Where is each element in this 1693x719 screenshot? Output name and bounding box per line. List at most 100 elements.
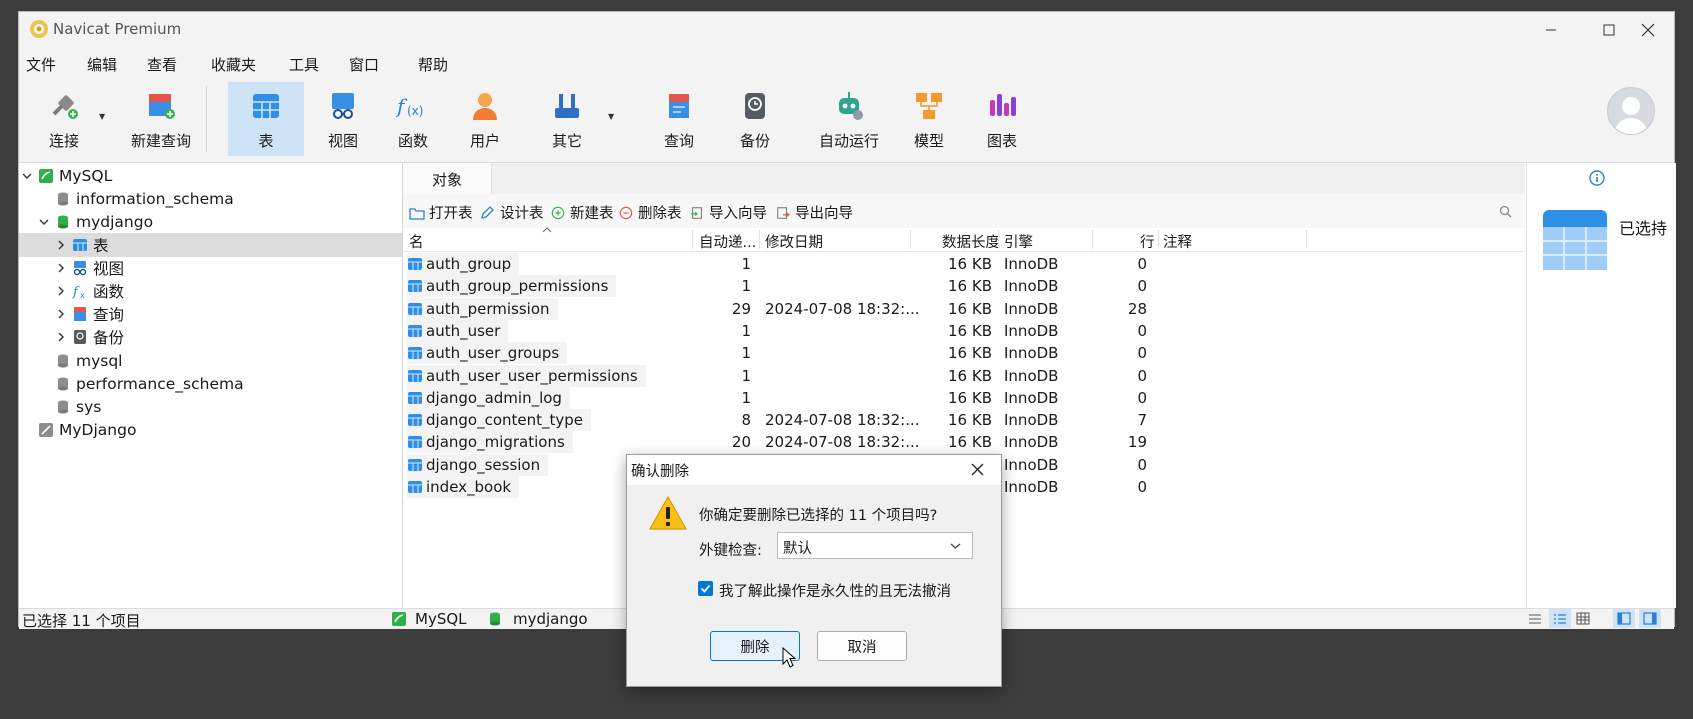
table-row[interactable]: auth_user_groups 1 16 KB InnoDB 0 [403, 341, 1525, 365]
tree-db-mydjango[interactable]: mydjango [19, 210, 402, 234]
table-name-cell[interactable]: django_content_type [407, 409, 592, 432]
menu-view[interactable]: 查看 [147, 54, 177, 75]
list-view-button[interactable] [1549, 609, 1571, 628]
column-header-auto-increment[interactable]: 自动递... [699, 231, 756, 252]
tree-node-queries[interactable]: 查询 [19, 302, 402, 326]
avatar[interactable] [1607, 87, 1655, 135]
other-button[interactable]: 其它 [534, 82, 600, 156]
table-row[interactable]: django_migrations 20 2024-07-08 18:32:... 1… [403, 430, 1525, 454]
table-row[interactable]: auth_permission 29 2024-07-08 18:32:... 16 … [403, 297, 1525, 321]
cell-date: 2024-07-08 18:32:... [765, 299, 920, 318]
permanent-ack-checkbox[interactable] [698, 581, 713, 596]
new-query-icon [149, 94, 175, 119]
cell-engine: InnoDB [1004, 478, 1059, 496]
toggle-right-panel-button[interactable] [1639, 609, 1661, 628]
function-button[interactable]: f (x) 函数 [381, 82, 445, 156]
tree-connection-mydjango[interactable]: MyDjango [19, 418, 402, 442]
toggle-left-panel-button[interactable] [1613, 609, 1635, 628]
tree-label: sys [76, 398, 102, 416]
automation-button[interactable]: 自动运行 [801, 82, 897, 156]
column-header-engine[interactable]: 引擎 [1004, 231, 1033, 252]
design-table-label: 设计表 [500, 206, 544, 222]
permanent-ack-label[interactable]: 我了解此操作是永久性的且无法撤消 [719, 580, 951, 601]
query-button[interactable]: 查询 [649, 82, 709, 156]
tree-db-information-schema[interactable]: information_schema [19, 187, 402, 211]
menu-tools[interactable]: 工具 [289, 54, 319, 75]
view-icon [332, 93, 354, 119]
tab-objects[interactable]: 对象 [403, 163, 492, 195]
user-button[interactable]: 用户 [452, 82, 518, 156]
table-name-cell[interactable]: django_session [407, 453, 549, 476]
tree-node-views[interactable]: 视图 [19, 256, 402, 280]
table-row[interactable]: django_content_type 8 2024-07-08 18:32:...… [403, 408, 1525, 432]
cell-engine: InnoDB [1004, 455, 1059, 474]
table-row[interactable]: auth_group_permissions 1 16 KB InnoDB 0 [403, 274, 1525, 298]
design-table-button[interactable]: 设计表 [480, 202, 544, 223]
table-row[interactable]: auth_user_user_permissions 1 16 KB InnoDB 0 [403, 364, 1525, 388]
tree-db-sys[interactable]: sys [19, 395, 402, 419]
connect-button[interactable]: 连接 [39, 82, 89, 156]
table-name-cell[interactable]: auth_user_user_permissions [407, 364, 646, 387]
tree-node-backups[interactable]: 备份 [19, 325, 402, 349]
table-name-cell[interactable]: auth_group_permissions [407, 275, 617, 298]
new-query-button[interactable]: 新建查询 [117, 82, 205, 156]
table-name-cell[interactable]: auth_user [407, 319, 509, 342]
table-row[interactable]: django_admin_log 1 16 KB InnoDB 0 [403, 386, 1525, 410]
table-row[interactable]: auth_group 1 16 KB InnoDB 0 [403, 252, 1525, 276]
fk-check-select[interactable]: 默认 [777, 532, 973, 559]
cell-auto: 8 [741, 411, 751, 430]
cancel-button[interactable]: 取消 [817, 631, 907, 661]
backup-button[interactable]: 备份 [725, 82, 785, 156]
tree-connection-mysql[interactable]: MySQL [19, 164, 402, 188]
table-name-cell[interactable]: auth_permission [407, 297, 558, 320]
detail-view-icon[interactable] [1576, 612, 1590, 625]
table-icon [408, 481, 422, 493]
delete-table-button[interactable]: 删除表 [618, 202, 682, 223]
user-icon [473, 93, 497, 120]
import-wizard-button[interactable]: 导入向导 [689, 202, 767, 223]
column-header-data-length[interactable]: 数据长度 [942, 231, 1000, 252]
grid-header: 名 自动递... 修改日期 数据长度 引擎 行 注释 [403, 227, 1525, 252]
info-icon[interactable] [1589, 170, 1605, 186]
close-window-button[interactable] [1619, 12, 1677, 48]
table-button[interactable]: 表 [228, 82, 304, 156]
open-table-button[interactable]: 打开表 [409, 202, 473, 223]
other-dropdown-icon[interactable]: ▼ [608, 112, 614, 121]
menu-help[interactable]: 帮助 [418, 54, 448, 75]
table-name-cell[interactable]: django_migrations [407, 431, 573, 454]
folder-open-icon [409, 207, 425, 220]
close-icon[interactable] [971, 463, 984, 476]
chevron-right-icon [58, 286, 64, 296]
table-name-cell[interactable]: django_admin_log [407, 386, 570, 409]
column-header-rows[interactable]: 行 [1140, 231, 1155, 252]
table-name-cell[interactable]: auth_user_groups [407, 342, 568, 365]
cell-rows: 7 [1137, 411, 1147, 430]
column-header-modified-date[interactable]: 修改日期 [765, 231, 823, 252]
search-icon[interactable] [1499, 205, 1512, 218]
chart-button[interactable]: 图表 [972, 82, 1032, 156]
export-wizard-button[interactable]: 导出向导 [775, 202, 853, 223]
cell-rows: 0 [1137, 388, 1147, 407]
list-view-small-icon[interactable] [1528, 613, 1542, 625]
menu-window[interactable]: 窗口 [349, 54, 379, 75]
column-header-comment[interactable]: 注释 [1163, 231, 1192, 252]
view-button[interactable]: 视图 [311, 82, 375, 156]
menu-edit[interactable]: 编辑 [87, 54, 117, 75]
tree-db-performance-schema[interactable]: performance_schema [19, 372, 402, 396]
tree-node-functions[interactable]: fx 函数 [19, 279, 402, 303]
column-header-name[interactable]: 名 [409, 231, 424, 252]
close-icon [1641, 23, 1655, 37]
minimize-button[interactable] [1522, 12, 1580, 48]
cell-engine: InnoDB [1004, 299, 1059, 318]
table-row[interactable]: auth_user 1 16 KB InnoDB 0 [403, 319, 1525, 343]
tree-db-mysql[interactable]: mysql [19, 349, 402, 373]
fk-check-value: 默认 [783, 541, 812, 557]
connect-dropdown-icon[interactable]: ▼ [99, 112, 105, 121]
tree-node-tables[interactable]: 表 [19, 233, 402, 257]
new-table-button[interactable]: 新建表 [550, 202, 614, 223]
model-button[interactable]: 模型 [899, 82, 959, 156]
table-name-cell[interactable]: auth_group [407, 253, 520, 275]
menu-file[interactable]: 文件 [26, 54, 56, 75]
table-name-cell[interactable]: index_book [407, 476, 520, 498]
menu-favorites[interactable]: 收藏夹 [211, 54, 256, 75]
